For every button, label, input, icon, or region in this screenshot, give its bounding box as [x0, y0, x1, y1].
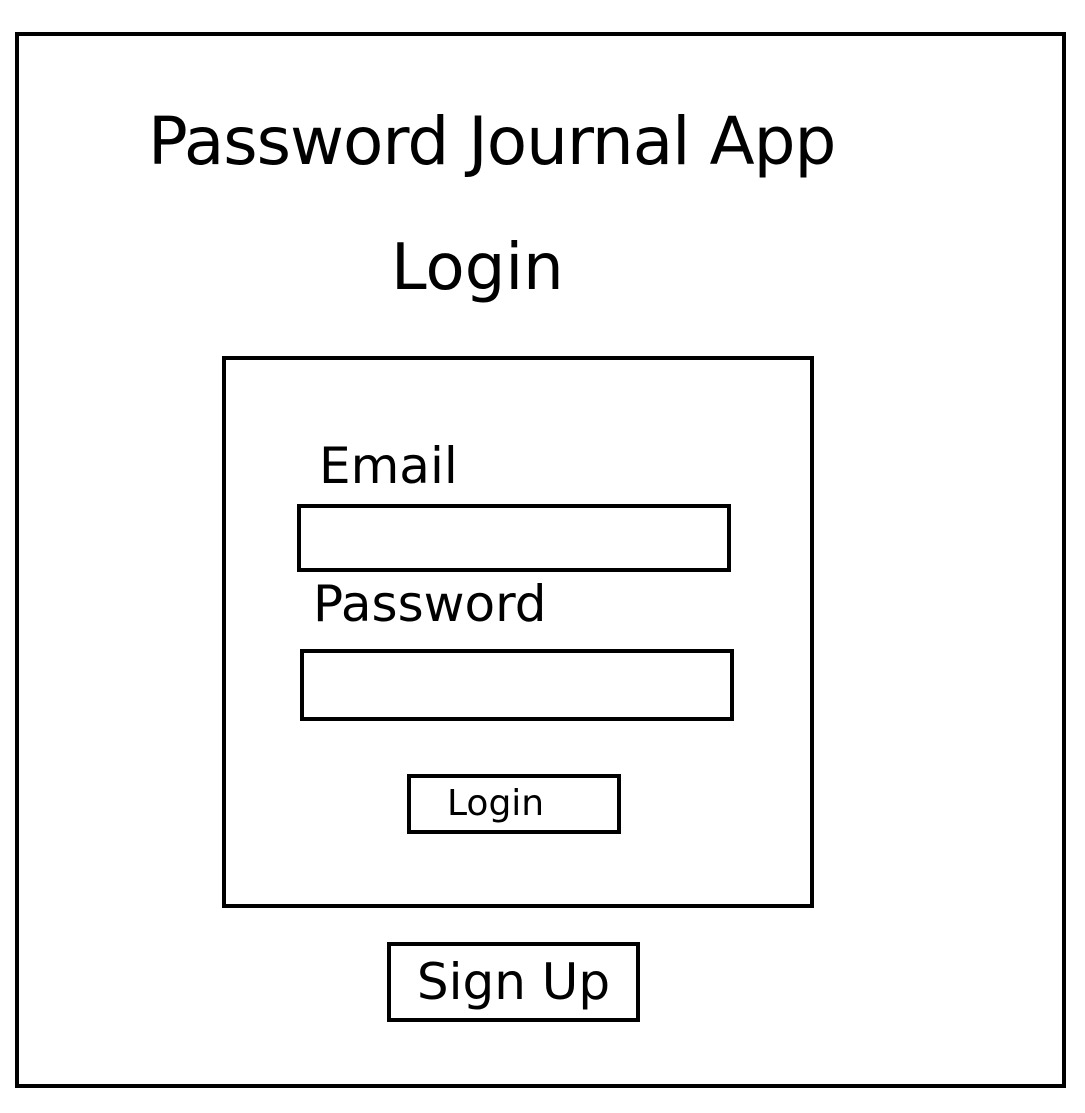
- app-title: Password Journal App: [148, 103, 836, 180]
- page-heading: Login: [391, 231, 564, 305]
- sign-up-button[interactable]: Sign Up: [387, 942, 640, 1022]
- email-field[interactable]: [297, 504, 731, 572]
- password-field[interactable]: [300, 649, 734, 721]
- login-button[interactable]: Login: [407, 774, 621, 834]
- password-label: Password: [313, 575, 547, 633]
- email-label: Email: [319, 437, 458, 495]
